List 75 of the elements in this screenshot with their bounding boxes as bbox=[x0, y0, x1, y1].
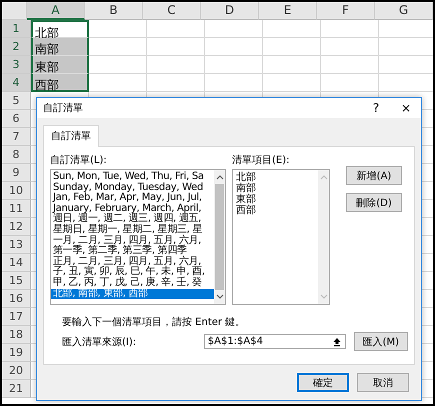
import-label: 匯入清單來源(I): bbox=[62, 336, 138, 348]
table-cell bbox=[147, 56, 205, 74]
table-cell bbox=[205, 56, 263, 74]
table-cell bbox=[321, 38, 379, 56]
list-item[interactable]: 子, 丑, 寅, 卯, 辰, 巳, 午, 未, 申, 酉, bbox=[51, 267, 214, 278]
dialog-tab[interactable]: 自訂清單 bbox=[43, 125, 99, 147]
row-header[interactable]: 13 bbox=[2, 236, 31, 254]
row-header[interactable]: 7 bbox=[2, 128, 31, 146]
list-item[interactable]: 星期日, 星期一, 星期二, 星期三, 星 bbox=[51, 224, 214, 236]
row-header[interactable]: 21 bbox=[2, 380, 31, 398]
row-header[interactable]: 11 bbox=[2, 200, 31, 218]
row-header[interactable]: 15 bbox=[2, 272, 31, 290]
column-header[interactable]: A bbox=[27, 2, 85, 20]
row-header[interactable]: 6 bbox=[2, 110, 31, 128]
row-header[interactable]: 4 bbox=[2, 74, 31, 92]
scroll-up-icon[interactable] bbox=[216, 174, 224, 180]
table-cell bbox=[205, 38, 263, 56]
table-cell bbox=[321, 20, 379, 38]
column-header[interactable]: C bbox=[143, 2, 201, 20]
scrollbar[interactable] bbox=[214, 170, 225, 304]
row-header[interactable]: 12 bbox=[2, 218, 31, 236]
table-cell bbox=[321, 56, 379, 74]
row-header[interactable]: 19 bbox=[2, 344, 31, 362]
column-header[interactable]: G bbox=[375, 2, 433, 20]
table-cell bbox=[263, 56, 321, 74]
row-header[interactable]: 10 bbox=[2, 182, 31, 200]
list-item[interactable]: 週日, 週一, 週二, 週三, 週四, 週五, bbox=[51, 214, 214, 225]
column-header[interactable]: F bbox=[317, 2, 375, 20]
help-button[interactable]: ? bbox=[361, 98, 391, 118]
column-header[interactable]: D bbox=[201, 2, 259, 20]
custom-lists-listbox[interactable] bbox=[50, 169, 226, 305]
delete-button[interactable]: 刪除(D) bbox=[346, 193, 402, 212]
table-cell: 西部 bbox=[31, 74, 89, 92]
list-item[interactable]: Sunday, Monday, Tuesday, Wed bbox=[51, 182, 214, 194]
table-cell: 北部 bbox=[31, 20, 89, 38]
upload-arrow-icon[interactable] bbox=[332, 336, 342, 346]
row-header[interactable]: 17 bbox=[2, 308, 31, 326]
list-entries-label: 清單項目(E): bbox=[232, 154, 290, 167]
row-header[interactable]: 3 bbox=[2, 56, 31, 74]
list-item[interactable]: Sun, Mon, Tue, Wed, Thu, Fri, Sa bbox=[51, 172, 214, 183]
table-cell: 南部 bbox=[31, 38, 89, 56]
dialog-title: 自訂清單 bbox=[42, 102, 84, 115]
add-button[interactable]: 新增(A) bbox=[346, 166, 402, 185]
list-item[interactable]: 甲, 乙, 丙, 丁, 戊, 己, 庚, 辛, 壬, 癸 bbox=[51, 278, 214, 289]
list-item[interactable]: January, February, March, April, bbox=[51, 204, 214, 214]
row-header[interactable]: 16 bbox=[2, 290, 31, 308]
table-cell bbox=[147, 20, 205, 38]
import-source-field[interactable]: $A$1:$A$4 bbox=[204, 334, 346, 349]
table-cell: 東部 bbox=[31, 56, 89, 74]
table-cell bbox=[89, 20, 147, 38]
column-header[interactable]: E bbox=[259, 2, 317, 20]
row-header[interactable]: 8 bbox=[2, 146, 31, 164]
column-header[interactable]: B bbox=[85, 2, 143, 20]
close-button[interactable]: × bbox=[391, 98, 421, 118]
row-header[interactable]: 20 bbox=[2, 362, 31, 380]
table-cell bbox=[205, 20, 263, 38]
row-header[interactable]: 9 bbox=[2, 164, 31, 182]
row-header[interactable]: 1 bbox=[2, 20, 31, 38]
custom-lists-label: 自訂清單(L): bbox=[50, 154, 108, 167]
table-cell bbox=[147, 38, 205, 56]
hint-text: 要輸入下一個清單項目，請按 Enter 鍵。 bbox=[62, 316, 246, 329]
ok-button[interactable]: 確定 bbox=[297, 373, 349, 392]
row-header[interactable]: 2 bbox=[2, 38, 31, 56]
table-cell bbox=[89, 56, 147, 74]
list-item[interactable]: Jan, Feb, Mar, Apr, May, Jun, Jul, bbox=[51, 193, 214, 204]
row-header[interactable]: 18 bbox=[2, 326, 31, 344]
table-cell bbox=[263, 20, 321, 38]
row-header[interactable]: 14 bbox=[2, 254, 31, 272]
cancel-button[interactable]: 取消 bbox=[357, 373, 409, 392]
scroll-down-icon[interactable] bbox=[216, 294, 224, 300]
row-header[interactable]: 5 bbox=[2, 92, 31, 110]
table-cell bbox=[263, 38, 321, 56]
list-item[interactable]: 第一季, 第二季, 第三季, 第四季 bbox=[51, 246, 214, 257]
import-button[interactable]: 匯入(M) bbox=[354, 332, 408, 351]
table-cell bbox=[89, 38, 147, 56]
